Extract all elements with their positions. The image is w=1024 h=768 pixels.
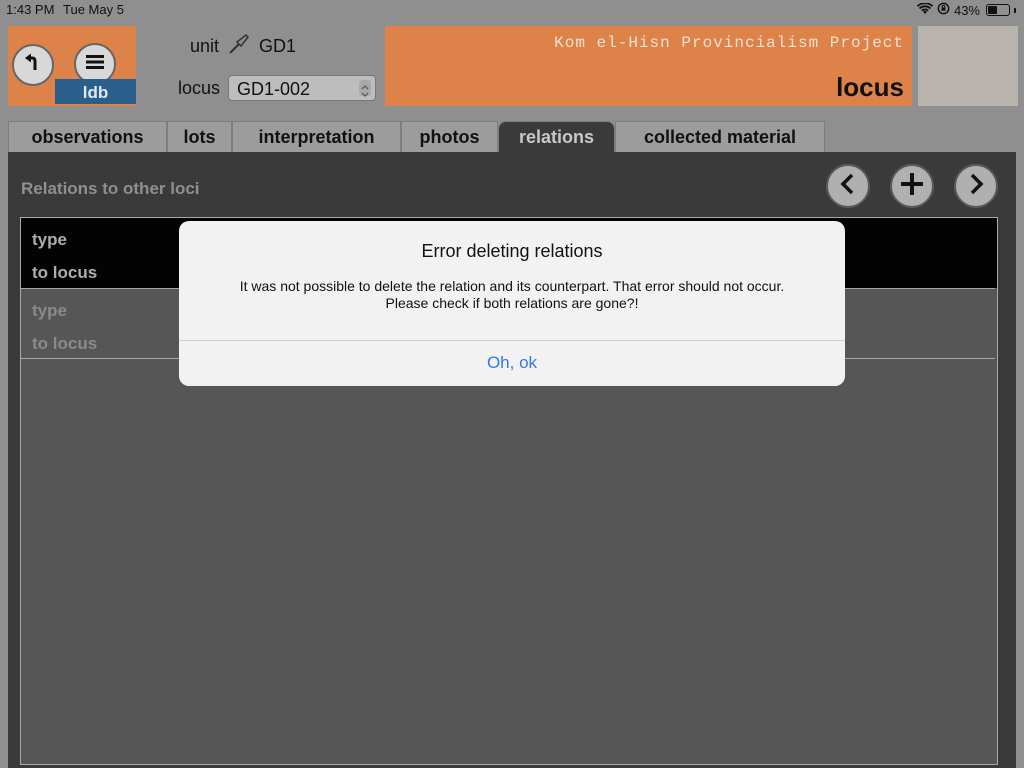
alert-message-line: Please check if both relations are gone?… bbox=[385, 295, 639, 311]
menu-icon bbox=[85, 54, 105, 75]
battery-percent: 43% bbox=[953, 2, 980, 18]
tab-collected-material[interactable]: collected material bbox=[615, 121, 825, 152]
previous-button[interactable] bbox=[826, 164, 870, 208]
error-alert-dialog: Error deleting relations It was not poss… bbox=[179, 221, 845, 386]
locus-label: locus bbox=[178, 77, 221, 98]
alert-message-line: It was not possible to delete the relati… bbox=[239, 278, 785, 294]
status-indicators: 43% bbox=[916, 1, 1016, 18]
type-label: type bbox=[32, 301, 67, 320]
orientation-lock-icon bbox=[937, 2, 950, 18]
locus-select[interactable]: GD1-002 bbox=[228, 75, 377, 101]
alert-message: It was not possible to delete the relati… bbox=[199, 278, 825, 312]
project-title: Kom el-Hisn Provincialism Project bbox=[554, 34, 904, 52]
alert-title: Error deleting relations bbox=[421, 241, 603, 261]
tab-lots[interactable]: lots bbox=[167, 121, 232, 152]
chevron-left-icon bbox=[837, 172, 859, 201]
locus-select-value: GD1-002 bbox=[237, 79, 311, 99]
header-blank-panel bbox=[918, 26, 1018, 106]
ldb-tag[interactable]: ldb bbox=[55, 79, 136, 104]
to-locus-label: to locus bbox=[32, 263, 98, 282]
chevron-right-icon bbox=[965, 172, 987, 201]
unit-label: unit bbox=[190, 36, 220, 56]
to-locus-label: to locus bbox=[32, 334, 98, 353]
unit-row: unit GD1 bbox=[190, 32, 296, 61]
wifi-icon bbox=[916, 1, 934, 18]
tab-photos[interactable]: photos bbox=[401, 121, 498, 152]
type-label: type bbox=[32, 230, 67, 249]
tab-relations[interactable]: relations bbox=[498, 121, 615, 153]
nav-block: ldb bbox=[8, 26, 136, 106]
project-banner: Kom el-Hisn Provincialism Project locus bbox=[385, 26, 912, 106]
tab-interpretation[interactable]: interpretation bbox=[232, 121, 401, 152]
back-button[interactable] bbox=[12, 44, 54, 86]
status-time: 1:43 PM bbox=[6, 2, 55, 17]
section-title: Relations to other loci bbox=[21, 179, 200, 198]
select-chevron-icon bbox=[359, 80, 372, 97]
page-title: locus bbox=[836, 72, 904, 102]
back-arrow-icon bbox=[22, 52, 44, 79]
locus-row: locus GD1-002 bbox=[178, 75, 377, 101]
battery-icon bbox=[986, 4, 1010, 16]
next-button[interactable] bbox=[954, 164, 998, 208]
status-bar: 1:43 PM Tue May 5 43% bbox=[0, 0, 1024, 20]
add-button[interactable] bbox=[890, 164, 934, 208]
status-date: Tue May 5 bbox=[63, 2, 124, 17]
ok-button[interactable]: Oh, ok bbox=[179, 341, 845, 386]
plus-icon bbox=[899, 171, 925, 202]
tab-bar: observations lots interpretation photos … bbox=[8, 121, 825, 153]
tab-observations[interactable]: observations bbox=[8, 121, 167, 152]
unit-value: GD1 bbox=[259, 36, 297, 56]
trowel-icon bbox=[227, 32, 251, 61]
